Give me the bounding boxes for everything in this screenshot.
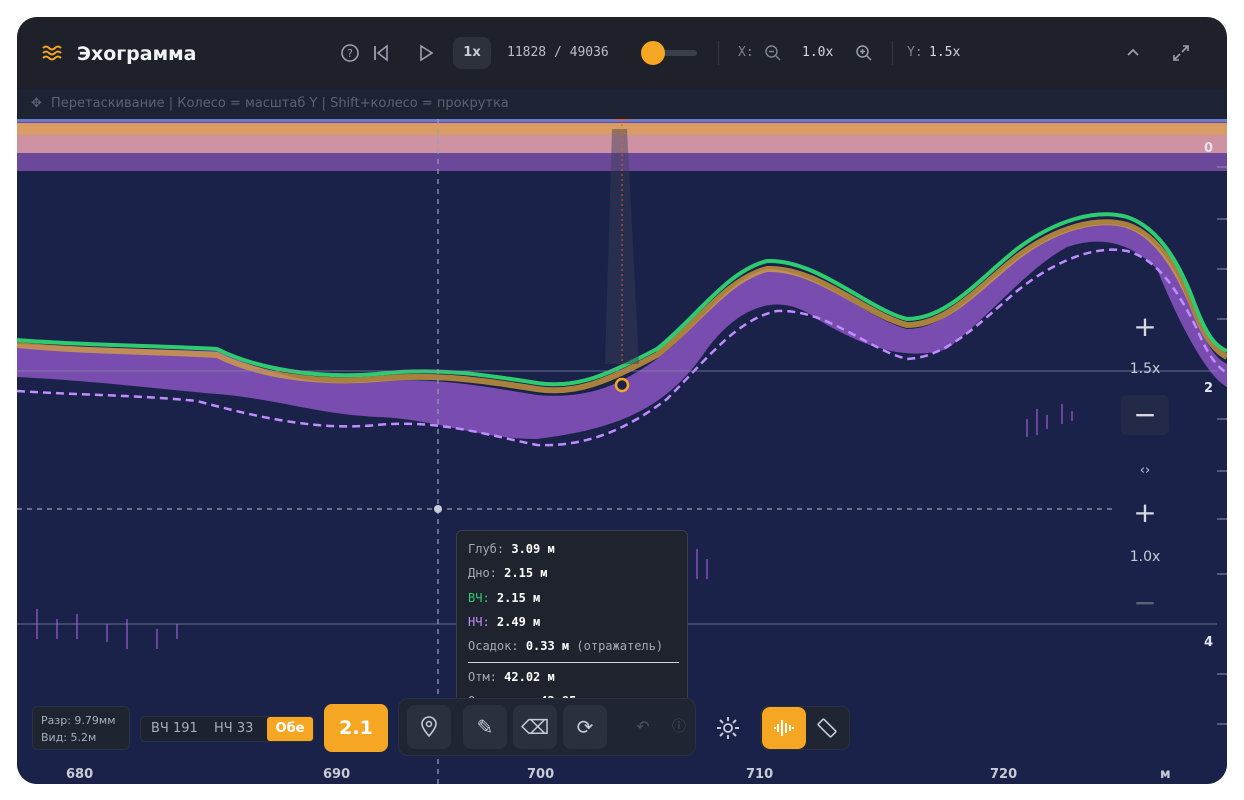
speed-button[interactable]: 1x xyxy=(453,37,491,69)
tooltip-depth: Глуб: 3.09 м xyxy=(468,542,555,556)
help-icon[interactable]: ? xyxy=(340,43,360,63)
x-axis-tick: 720 xyxy=(990,767,1018,782)
x-axis-tick: 710 xyxy=(746,767,774,782)
depth-label: 2 xyxy=(1203,381,1213,396)
refresh-icon[interactable]: ⟳ xyxy=(563,705,607,749)
edit-tools: ✎ ⌫ ⟳ ↶ ⓘ xyxy=(398,698,696,756)
frame-counter: 11828 / 49036 xyxy=(507,45,609,60)
interaction-hint: ✥ Перетаскивание | Колесо = масштаб Y | … xyxy=(17,89,1227,119)
ruler-icon[interactable] xyxy=(805,707,849,749)
svg-text:?: ? xyxy=(347,47,353,60)
marker-icon[interactable] xyxy=(407,705,451,749)
gain-button[interactable]: 2.1 xyxy=(324,704,388,752)
x-axis-tick: 680 xyxy=(66,767,94,782)
header: Эхограмма ? 1x 11828 / 49036 X: 1.0x Y: … xyxy=(17,17,1227,89)
x-axis-tick: 700 xyxy=(527,767,555,782)
current-position-marker xyxy=(614,377,630,393)
y-zoom-level: 1.5x xyxy=(1129,361,1161,377)
eraser-icon[interactable]: ⌫ xyxy=(513,705,557,749)
depth-ruler xyxy=(1217,166,1227,725)
x-zoom-level: 1.0x xyxy=(1129,549,1161,565)
skip-start-icon[interactable] xyxy=(372,44,390,62)
playback-slider-handle[interactable] xyxy=(641,41,665,65)
sonar-wave-icon[interactable] xyxy=(762,707,806,749)
echogram-window: Эхограмма ? 1x 11828 / 49036 X: 1.0x Y: … xyxy=(17,17,1227,784)
tooltip-divider xyxy=(468,662,679,663)
both-toggle[interactable]: Обе xyxy=(267,717,313,741)
tooltip-bottom: Дно: 2.15 м xyxy=(468,566,548,580)
zoom-in-icon[interactable] xyxy=(855,44,873,62)
depth-label: 4 xyxy=(1203,635,1213,650)
scan-info: Разр: 9.79мм Вид: 5.2м xyxy=(32,706,130,750)
y-zoom-value: 1.5x xyxy=(929,45,961,60)
x-axis-unit: м xyxy=(1160,767,1171,782)
help-icon[interactable]: ⓘ xyxy=(657,705,701,749)
x-zoom-value: 1.0x xyxy=(802,45,834,60)
hf-toggle[interactable]: ВЧ 191 xyxy=(151,717,198,741)
x-zoom-label: X: xyxy=(738,45,754,60)
tooltip-lf: НЧ: 2.49 м xyxy=(468,615,541,629)
tooltip-hf: ВЧ: 2.15 м xyxy=(468,591,541,605)
play-icon[interactable] xyxy=(417,44,435,62)
waves-icon xyxy=(42,45,62,61)
page-title: Эхограмма xyxy=(77,43,197,65)
view-tools xyxy=(760,706,850,750)
chevron-up-icon[interactable] xyxy=(1124,44,1142,62)
x-zoom-out-button[interactable]: − xyxy=(1121,583,1169,623)
fullscreen-icon[interactable] xyxy=(1171,43,1191,63)
depth-tooltip: Глуб: 3.09 м Дно: 2.15 м ВЧ: 2.15 м НЧ: … xyxy=(456,530,688,722)
pencil-icon[interactable]: ✎ xyxy=(463,705,507,749)
crosshair-point xyxy=(434,505,442,513)
zoom-out-icon[interactable] xyxy=(764,44,782,62)
lf-toggle[interactable]: НЧ 33 xyxy=(214,717,253,741)
depth-label: 0 xyxy=(1203,141,1213,156)
y-zoom-label: Y: xyxy=(907,45,923,60)
x-axis-tick: 690 xyxy=(323,767,351,782)
resolution-text: Разр: 9.79мм xyxy=(41,714,116,727)
y-zoom-in-button[interactable]: + xyxy=(1121,307,1169,347)
frequency-selector: ВЧ 191 НЧ 33 Обе xyxy=(140,716,314,742)
x-zoom-in-button[interactable]: + xyxy=(1121,493,1169,533)
swap-axis-icon[interactable]: ‹› xyxy=(1121,463,1169,478)
y-zoom-out-button[interactable]: − xyxy=(1121,395,1169,435)
tooltip-mark: Отм: 42.02 м xyxy=(468,670,555,684)
divider xyxy=(892,41,893,65)
gear-icon[interactable] xyxy=(714,714,742,742)
move-icon: ✥ xyxy=(31,96,42,111)
tooltip-draft: Осадок: 0.33 м (отражатель) xyxy=(468,639,664,653)
view-range-text: Вид: 5.2м xyxy=(41,731,97,744)
hint-text: Перетаскивание | Колесо = масштаб Y | Sh… xyxy=(51,96,509,111)
divider xyxy=(718,41,719,65)
